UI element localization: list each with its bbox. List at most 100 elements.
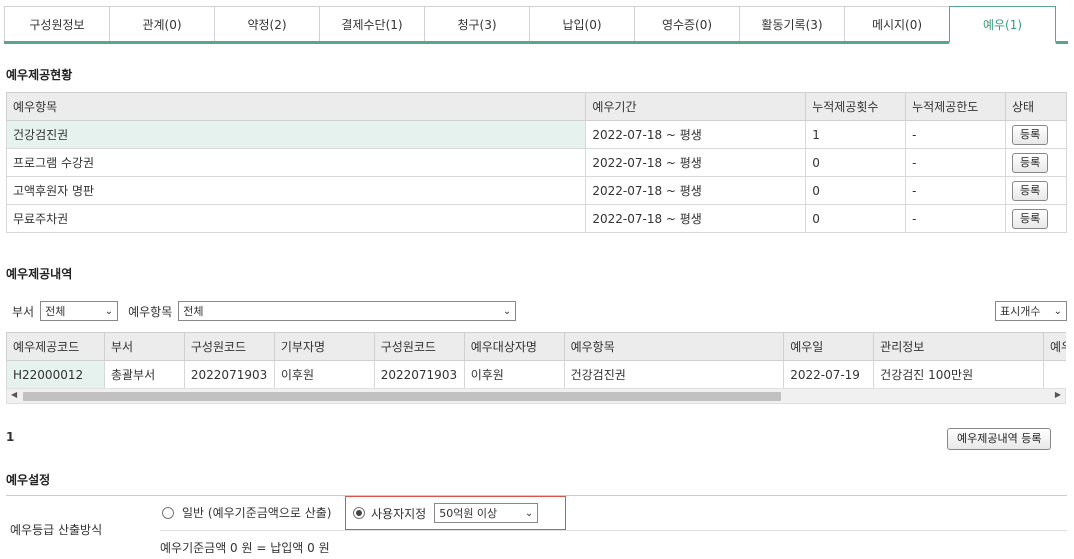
cell-item: 건강검진권 bbox=[5, 120, 587, 149]
option-general[interactable]: 일반 (예우기준금액으로 산출) bbox=[162, 504, 331, 521]
grade-method-label: 예우등급 산출방식 bbox=[10, 523, 103, 537]
table-row[interactable]: 무료주차권 2022-07-18 ~ 평생 0 - 등록 bbox=[5, 204, 1068, 233]
option-custom-label: 사용자지정 bbox=[371, 506, 427, 521]
cell-item: 프로그램 수강권 bbox=[5, 148, 587, 177]
cell-dept: 총괄부서 bbox=[103, 360, 185, 388]
tab-bar: 구성원정보 관계(0) 약정(2) 결제수단(1) 청구(3) 납입(0) 영수… bbox=[4, 6, 1068, 44]
scroll-right-icon[interactable]: ▶ bbox=[1055, 390, 1061, 399]
honor-history-table-wrapper: 예우제공코드 부서 구성원코드 기부자명 구성원코드 예우대상자명 예우항목 예… bbox=[6, 332, 1066, 388]
cell-action: 등록 bbox=[1004, 120, 1068, 149]
table-header-row: 예우제공코드 부서 구성원코드 기부자명 구성원코드 예우대상자명 예우항목 예… bbox=[6, 332, 1066, 361]
col-header-limit: 누적제공한도 bbox=[905, 92, 1006, 121]
chevron-down-icon: ⌄ bbox=[502, 305, 512, 317]
chevron-down-icon: ⌄ bbox=[1053, 305, 1062, 317]
cell-member-code: 2022071903 bbox=[183, 360, 275, 388]
display-count-label: 표시개수 bbox=[1000, 305, 1041, 318]
col-header-status: 상태 bbox=[1004, 92, 1068, 121]
table-row[interactable]: 고액후원자 명판 2022-07-18 ~ 평생 0 - 등록 bbox=[5, 176, 1068, 205]
option-custom[interactable]: 사용자지정 50억원 이상 ⌄ bbox=[353, 503, 539, 523]
cell-period: 2022-07-18 ~ 평생 bbox=[585, 204, 807, 233]
cell-period: 2022-07-18 ~ 평생 bbox=[585, 148, 807, 177]
cell-item: 무료주차권 bbox=[5, 204, 587, 233]
chevron-down-icon: ⌄ bbox=[524, 507, 534, 519]
cell-code[interactable]: H22000012 bbox=[6, 360, 105, 388]
cell-action: 등록 bbox=[1004, 148, 1068, 177]
tab-payment-method[interactable]: 결제수단(1) bbox=[319, 6, 425, 41]
table-row[interactable]: 건강검진권 2022-07-18 ~ 평생 1 - 등록 bbox=[5, 120, 1068, 149]
col-header-manage-info: 관리정보 bbox=[873, 332, 1044, 361]
custom-grade-select[interactable]: 50억원 이상 ⌄ bbox=[434, 503, 539, 523]
tab-receipt[interactable]: 영수증(0) bbox=[634, 6, 740, 41]
col-header-item: 예우항목 bbox=[563, 332, 785, 361]
tab-activity[interactable]: 활동기록(3) bbox=[739, 6, 845, 41]
col-header-member-code-2: 구성원코드 bbox=[373, 332, 465, 361]
formula-text: 예우기준금액 0 원 = 납입액 0 원 bbox=[160, 541, 330, 555]
tab-message[interactable]: 메시지(0) bbox=[844, 6, 950, 41]
section-title-honor-status: 예우제공현황 bbox=[6, 68, 73, 82]
col-header-donor-name: 기부자명 bbox=[273, 332, 375, 361]
register-button[interactable]: 등록 bbox=[1011, 208, 1049, 229]
register-honor-history-button[interactable]: 예우제공내역 등록 bbox=[947, 428, 1052, 450]
cell-action: 등록 bbox=[1004, 176, 1068, 205]
chevron-down-icon: ⌄ bbox=[104, 305, 114, 317]
honor-status-table: 예우항목 예우기간 누적제공횟수 누적제공한도 상태 건강검진권 2022-07… bbox=[5, 92, 1068, 233]
dept-filter-value: 전체 bbox=[45, 305, 66, 318]
cell-count: 0 bbox=[805, 148, 907, 177]
col-header-code: 예우제공코드 bbox=[6, 332, 105, 361]
cell-limit: - bbox=[905, 120, 1006, 149]
scroll-left-icon[interactable]: ◀ bbox=[11, 390, 17, 399]
cell-count: 1 bbox=[805, 120, 907, 149]
cell-period: 2022-07-18 ~ 평생 bbox=[585, 176, 807, 205]
item-filter-select[interactable]: 전체 ⌄ bbox=[178, 301, 517, 321]
cell-item: 고액후원자 명판 bbox=[5, 176, 587, 205]
col-header-item: 예우항목 bbox=[5, 92, 587, 121]
tab-billing[interactable]: 청구(3) bbox=[424, 6, 530, 41]
cell-item: 건강검진권 bbox=[563, 360, 785, 388]
col-header-target-name: 예우대상자명 bbox=[463, 332, 565, 361]
cell-extra bbox=[1043, 360, 1066, 388]
divider bbox=[160, 530, 1067, 531]
filter-row: 부서 전체 ⌄ 예우항목 전체 ⌄ bbox=[12, 301, 517, 321]
table-row[interactable]: 프로그램 수강권 2022-07-18 ~ 평생 0 - 등록 bbox=[5, 148, 1068, 177]
tab-relation[interactable]: 관계(0) bbox=[109, 6, 215, 41]
display-count-select[interactable]: 표시개수 ⌄ bbox=[995, 301, 1067, 321]
tab-honor[interactable]: 예우(1) bbox=[949, 6, 1056, 44]
horizontal-scrollbar[interactable]: ◀ ▶ bbox=[6, 388, 1066, 404]
custom-grade-value: 50억원 이상 bbox=[439, 507, 498, 520]
scrollbar-thumb[interactable] bbox=[23, 392, 781, 401]
section-title-honor-settings: 예우설정 bbox=[6, 473, 51, 487]
cell-period: 2022-07-18 ~ 평생 bbox=[585, 120, 807, 149]
honor-history-table: 예우제공코드 부서 구성원코드 기부자명 구성원코드 예우대상자명 예우항목 예… bbox=[6, 332, 1066, 388]
dept-filter-select[interactable]: 전체 ⌄ bbox=[40, 301, 119, 321]
table-row[interactable]: H22000012 총괄부서 2022071903 이후원 2022071903… bbox=[6, 360, 1066, 388]
col-header-period: 예우기간 bbox=[585, 92, 807, 121]
col-header-member-code: 구성원코드 bbox=[183, 332, 275, 361]
cell-donor-name: 이후원 bbox=[273, 360, 375, 388]
cell-limit: - bbox=[905, 204, 1006, 233]
cell-member-code-2: 2022071903 bbox=[373, 360, 465, 388]
table-header-row: 예우항목 예우기간 누적제공횟수 누적제공한도 상태 bbox=[5, 92, 1068, 121]
dept-filter-label: 부서 bbox=[12, 304, 35, 319]
register-button[interactable]: 등록 bbox=[1011, 124, 1049, 145]
option-general-label: 일반 (예우기준금액으로 산출) bbox=[182, 506, 332, 520]
cell-manage-info: 건강검진 100만원 bbox=[873, 360, 1044, 388]
radio-general[interactable] bbox=[162, 506, 174, 519]
cell-date: 2022-07-19 bbox=[783, 360, 875, 388]
col-header-count: 누적제공횟수 bbox=[805, 92, 907, 121]
section-title-honor-history: 예우제공내역 bbox=[6, 267, 73, 281]
item-filter-value: 전체 bbox=[183, 305, 204, 318]
total-count: 1 bbox=[6, 430, 15, 444]
cell-limit: - bbox=[905, 176, 1006, 205]
register-button[interactable]: 등록 bbox=[1011, 180, 1049, 201]
col-header-extra: 예우 bbox=[1043, 332, 1066, 361]
item-filter-label: 예우항목 bbox=[128, 304, 173, 319]
tab-payment[interactable]: 납입(0) bbox=[529, 6, 635, 41]
tab-pledge[interactable]: 약정(2) bbox=[214, 6, 320, 41]
radio-custom[interactable] bbox=[353, 507, 365, 519]
cell-action: 등록 bbox=[1004, 204, 1068, 233]
cell-limit: - bbox=[905, 148, 1006, 177]
register-button[interactable]: 등록 bbox=[1011, 152, 1049, 173]
cell-target-name: 이후원 bbox=[463, 360, 565, 388]
tab-member-info[interactable]: 구성원정보 bbox=[4, 6, 110, 41]
col-header-dept: 부서 bbox=[103, 332, 185, 361]
